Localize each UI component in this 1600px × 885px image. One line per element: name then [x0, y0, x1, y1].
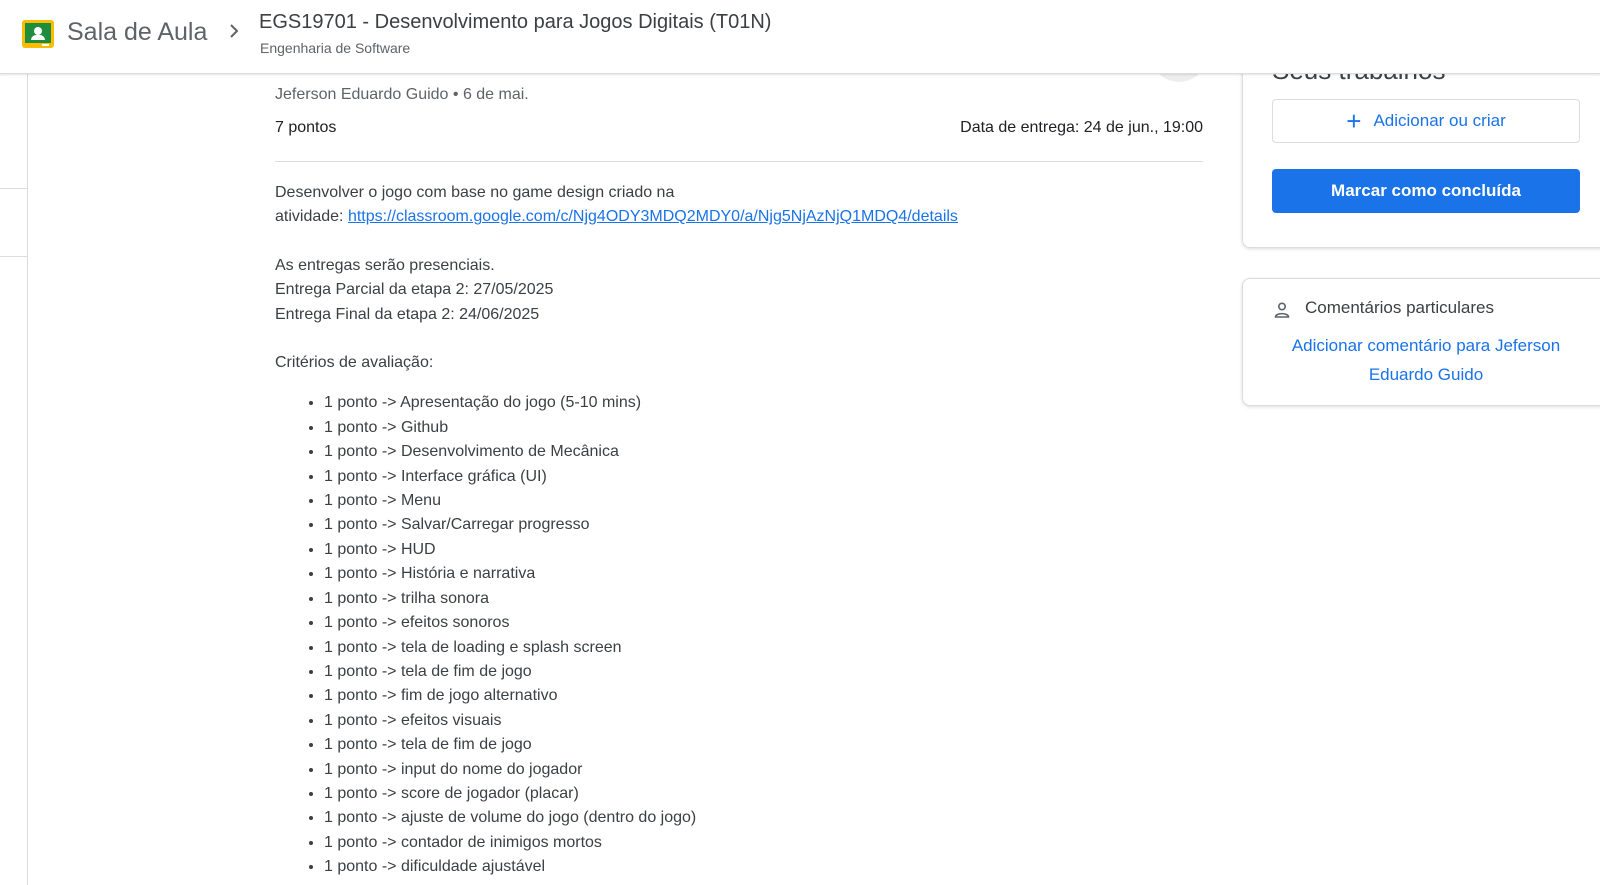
criteria-item: 1 ponto -> input do nome do jogador [324, 758, 1203, 782]
assignment-description: Desenvolver o jogo com base no game desi… [275, 181, 1203, 880]
add-private-comment-link[interactable]: Adicionar comentário para Jeferson Eduar… [1272, 331, 1580, 389]
desc-line: Entrega Final da etapa 2: 24/06/2025 [275, 305, 540, 323]
add-or-create-button[interactable]: + Adicionar ou criar [1272, 99, 1580, 143]
criteria-item: 1 ponto -> contador de inimigos mortos [324, 831, 1203, 855]
add-or-create-label: Adicionar ou criar [1373, 111, 1506, 130]
desc-line: atividade: https://classroom.google.com/… [275, 205, 1203, 229]
criteria-item: 1 ponto -> tela de fim de jogo [324, 660, 1203, 684]
private-comments-card: Comentários particulares Adicionar comen… [1242, 278, 1600, 406]
criteria-item: 1 ponto -> dificuldade ajustável [324, 855, 1203, 879]
criteria-item: 1 ponto -> História e narrativa [324, 562, 1203, 586]
criteria-item: 1 ponto -> efeitos visuais [324, 709, 1203, 733]
desc-line: As entregas serão presenciais. [275, 256, 495, 274]
mark-as-done-button[interactable]: Marcar como concluída [1272, 169, 1580, 213]
criteria-list: 1 ponto -> Apresentação do jogo (5-10 mi… [324, 391, 1203, 879]
due-date: Data de entrega: 24 de jun., 19:00 [960, 119, 1203, 136]
desc-line: Entrega Parcial da etapa 2: 27/05/2025 [275, 281, 554, 299]
criteria-title: Critérios de avaliação: [275, 354, 434, 372]
top-bar: Sala de Aula EGS19701 - Desenvolvimento … [0, 0, 1600, 74]
class-subtitle: Engenharia de Software [260, 40, 411, 56]
criteria-item: 1 ponto -> trilha sonora [324, 587, 1203, 611]
criteria-item: 1 ponto -> ajuste de volume do jogo (den… [324, 806, 1203, 830]
desc-line: Desenvolver o jogo com base no game desi… [275, 184, 675, 201]
criteria-item: 1 ponto -> tela de fim de jogo [324, 733, 1203, 757]
criteria-item: 1 ponto -> Github [324, 416, 1203, 440]
criteria-item: 1 ponto -> fim de jogo alternativo [324, 684, 1203, 708]
left-nav-rail [0, 74, 28, 885]
app-name[interactable]: Sala de Aula [67, 18, 207, 47]
person-icon [1274, 302, 1290, 318]
criteria-item: 1 ponto -> Apresentação do jogo (5-10 mi… [324, 391, 1203, 415]
criteria-item: 1 ponto -> Interface gráfica (UI) [324, 465, 1203, 489]
classroom-logo-icon[interactable] [22, 20, 54, 48]
criteria-item: 1 ponto -> efeitos sonoros [324, 611, 1203, 635]
criteria-item: 1 ponto -> Salvar/Carregar progresso [324, 513, 1203, 537]
rail-divider [0, 188, 27, 189]
private-comments-title: Comentários particulares [1305, 298, 1494, 317]
criteria-item: 1 ponto -> tela de loading e splash scre… [324, 636, 1203, 660]
points-label: 7 pontos [275, 119, 337, 136]
desc-prefix: atividade: [275, 208, 348, 226]
class-title[interactable]: EGS19701 - Desenvolvimento para Jogos Di… [259, 11, 771, 34]
criteria-item: 1 ponto -> Desenvolvimento de Mecânica [324, 440, 1203, 464]
plus-icon: + [1346, 106, 1362, 136]
criteria-item: 1 ponto -> Menu [324, 489, 1203, 513]
chevron-right-icon [230, 24, 239, 38]
criteria-item: 1 ponto -> score de jogador (placar) [324, 782, 1203, 806]
criteria-item: 1 ponto -> HUD [324, 538, 1203, 562]
author-date: Jeferson Eduardo Guido • 6 de mai. [275, 86, 529, 103]
rail-divider [0, 256, 27, 257]
divider [275, 161, 1203, 162]
activity-link[interactable]: https://classroom.google.com/c/Njg4ODY3M… [348, 208, 958, 225]
